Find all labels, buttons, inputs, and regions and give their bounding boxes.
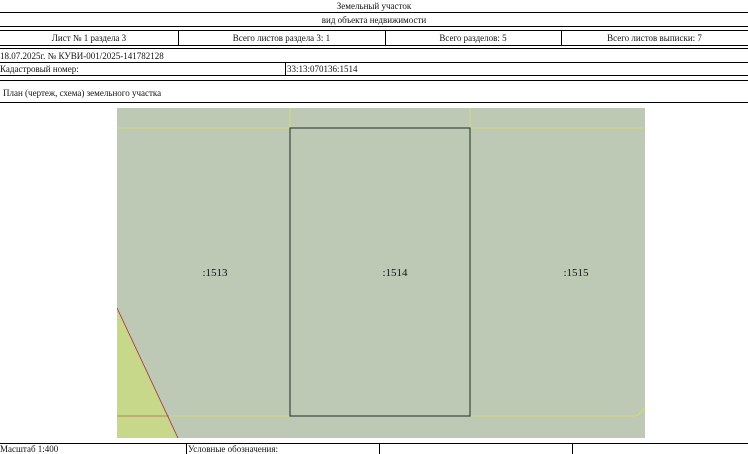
header-title: Земельный участок	[336, 1, 412, 11]
doc-ref-row: 18.07.2025г. № КУВИ-001/2025-141782128	[0, 49, 748, 62]
plan-drawing: :1513 :1514 :1515	[117, 108, 645, 438]
divider	[385, 30, 386, 45]
scale-label: Масштаб 1:400	[0, 444, 59, 454]
divider	[0, 45, 748, 46]
total-sheets-section: Всего листов раздела 3: 1	[232, 32, 331, 43]
divider	[186, 443, 187, 454]
divider	[572, 443, 573, 454]
sheet-number: Лист № 1 раздела 3	[51, 32, 127, 43]
parcel-label-1514: :1514	[382, 267, 408, 279]
doc-reference: 18.07.2025г. № КУВИ-001/2025-141782128	[0, 50, 164, 61]
header-title-row: Земельный участок	[0, 0, 748, 12]
divider	[0, 75, 748, 76]
footer-row: Масштаб 1:400 Условные обозначения:	[0, 444, 748, 454]
divider	[0, 102, 748, 103]
legend-label: Условные обозначения:	[188, 444, 279, 454]
parcel-label-1513: :1513	[202, 267, 228, 279]
total-sheets-extract: Всего листов выписки: 7	[607, 32, 702, 43]
divider	[379, 443, 380, 454]
plan-title: План (чертеж, схема) земельного участка	[3, 87, 162, 98]
cadastral-row: Кадастровый номер: 33:13:070136:1514	[0, 63, 748, 75]
divider	[0, 80, 748, 81]
cadastral-label: Кадастровый номер:	[0, 64, 79, 74]
plan-title-row: План (чертеж, схема) земельного участка	[0, 86, 748, 99]
sheet-info-row: Лист № 1 раздела 3 Всего листов раздела …	[0, 31, 748, 44]
header-subtitle: вид объекта недвижимости	[321, 14, 427, 25]
cadastral-value: 33:13:070136:1514	[287, 64, 358, 74]
divider	[0, 26, 748, 27]
divider	[178, 30, 179, 45]
parcel-label-1515: :1515	[563, 267, 589, 279]
divider	[561, 30, 562, 45]
divider	[285, 62, 286, 75]
header-subtitle-row: вид объекта недвижимости	[0, 13, 748, 26]
total-sections: Всего разделов: 5	[439, 32, 507, 43]
